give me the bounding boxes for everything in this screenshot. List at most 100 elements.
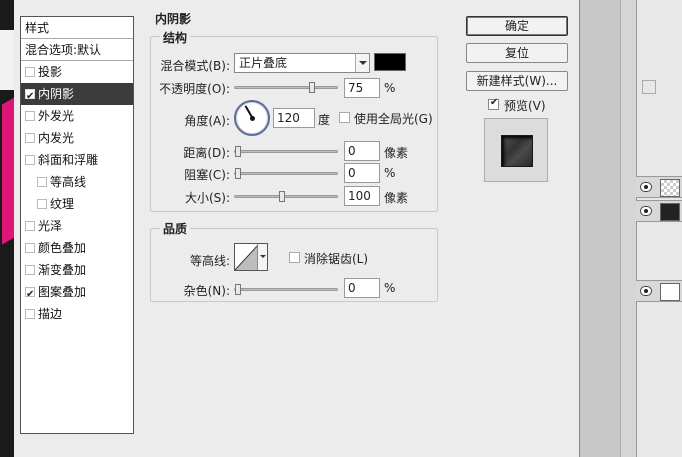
size-unit: 像素 xyxy=(384,191,409,205)
style-item-checkbox[interactable] xyxy=(25,133,35,143)
eye-icon[interactable] xyxy=(640,182,652,192)
style-item[interactable]: 颜色叠加 xyxy=(21,237,133,259)
style-item-checkbox[interactable] xyxy=(25,284,35,306)
contour-picker[interactable] xyxy=(234,243,268,271)
style-item-label: 外发光 xyxy=(38,109,75,123)
style-item-label: 纹理 xyxy=(50,197,75,211)
noise-unit: % xyxy=(384,281,396,295)
noise-label: 杂色(N): xyxy=(183,284,230,298)
style-item-label: 光泽 xyxy=(38,219,63,233)
blend-mode-select[interactable]: 正片叠底 xyxy=(234,53,370,73)
quality-title: 品质 xyxy=(160,220,191,237)
style-item[interactable]: 等高线 xyxy=(21,171,133,193)
antialias-label[interactable]: 消除锯齿(L) xyxy=(304,250,368,267)
style-item[interactable]: 外发光 xyxy=(21,105,133,127)
style-item-label: 内发光 xyxy=(38,131,75,145)
opacity-slider-knob[interactable] xyxy=(309,82,315,93)
angle-dial-center xyxy=(250,116,255,121)
style-item[interactable]: 斜面和浮雕 xyxy=(21,149,133,171)
angle-dial[interactable] xyxy=(234,100,270,136)
style-item[interactable]: 投影 xyxy=(21,61,133,83)
layers-list xyxy=(636,0,682,457)
size-slider-knob[interactable] xyxy=(279,191,285,202)
eye-icon[interactable] xyxy=(640,286,652,296)
angle-unit: 度 xyxy=(318,113,331,127)
style-item[interactable]: 纹理 xyxy=(21,193,133,215)
panel-ghost-checkbox xyxy=(642,80,656,94)
style-preview xyxy=(484,118,548,182)
style-item-checkbox[interactable] xyxy=(25,221,35,231)
structure-title: 结构 xyxy=(160,29,191,46)
chevron-down-icon xyxy=(257,244,267,270)
style-item-checkbox[interactable] xyxy=(37,177,47,187)
choke-unit: % xyxy=(384,166,396,180)
contour-curve-icon xyxy=(235,244,259,270)
shadow-color-swatch[interactable] xyxy=(374,53,406,71)
style-item-checkbox[interactable] xyxy=(25,67,35,77)
style-item[interactable]: 图案叠加 xyxy=(21,281,133,306)
opacity-unit: % xyxy=(384,81,396,95)
new-style-button[interactable]: 新建样式(W)... xyxy=(466,71,568,91)
style-item[interactable]: 光泽 xyxy=(21,215,133,237)
style-item-checkbox[interactable] xyxy=(25,309,35,319)
global-light-checkbox[interactable] xyxy=(339,112,350,123)
distance-label: 距离(D): xyxy=(183,146,230,160)
style-item-checkbox[interactable] xyxy=(25,155,35,165)
preview-label[interactable]: 预览(V) xyxy=(504,97,546,114)
style-item-label: 等高线 xyxy=(50,175,87,189)
style-list-header[interactable]: 样式 xyxy=(21,17,133,39)
style-item[interactable]: 渐变叠加 xyxy=(21,259,133,281)
style-item-checkbox[interactable] xyxy=(25,265,35,275)
chevron-down-icon xyxy=(355,54,369,72)
noise-slider[interactable] xyxy=(234,284,338,295)
reset-button[interactable]: 复位 xyxy=(466,43,568,63)
style-item[interactable]: 内阴影 xyxy=(21,83,133,108)
global-light-label[interactable]: 使用全局光(G) xyxy=(354,110,433,127)
style-item-checkbox[interactable] xyxy=(25,111,35,121)
style-item-label: 描边 xyxy=(38,307,63,321)
style-item-label: 内阴影 xyxy=(38,87,75,101)
opacity-label: 不透明度(O): xyxy=(159,82,230,96)
contour-label: 等高线: xyxy=(189,254,230,268)
choke-label: 阻塞(C): xyxy=(184,168,230,182)
style-item[interactable]: 内发光 xyxy=(21,127,133,149)
choke-slider[interactable] xyxy=(234,168,338,179)
layer-row[interactable] xyxy=(636,280,682,302)
size-input[interactable]: 100 xyxy=(344,186,380,206)
style-item-label: 渐变叠加 xyxy=(38,263,87,277)
layers-panel xyxy=(580,0,682,457)
noise-input[interactable]: 0 xyxy=(344,278,380,298)
size-label: 大小(S): xyxy=(184,191,230,205)
distance-slider[interactable] xyxy=(234,146,338,157)
blending-options-item[interactable]: 混合选项:默认 xyxy=(21,39,133,61)
style-item-label: 颜色叠加 xyxy=(38,241,87,255)
blend-mode-label: 混合模式(B): xyxy=(160,59,230,73)
size-slider[interactable] xyxy=(234,191,338,202)
style-item-label: 投影 xyxy=(38,65,63,79)
canvas-artwork-white xyxy=(0,30,14,90)
style-item-checkbox[interactable] xyxy=(25,243,35,253)
style-preview-swatch xyxy=(501,135,533,167)
layer-row[interactable] xyxy=(636,200,682,222)
distance-unit: 像素 xyxy=(384,146,409,160)
style-item-checkbox[interactable] xyxy=(25,86,35,108)
blend-mode-value: 正片叠底 xyxy=(239,56,288,70)
style-item-label: 图案叠加 xyxy=(38,285,87,299)
inner-shadow-title: 内阴影 xyxy=(152,10,195,27)
angle-input[interactable]: 120 xyxy=(273,108,315,128)
choke-input[interactable]: 0 xyxy=(344,163,380,183)
style-item-checkbox[interactable] xyxy=(37,199,47,209)
layer-row[interactable] xyxy=(636,176,682,198)
opacity-slider[interactable] xyxy=(234,82,338,93)
distance-input[interactable]: 0 xyxy=(344,141,380,161)
distance-slider-knob[interactable] xyxy=(235,146,241,157)
noise-slider-knob[interactable] xyxy=(235,284,241,295)
eye-icon[interactable] xyxy=(640,206,652,216)
layer-thumbnail xyxy=(660,203,680,221)
preview-checkbox[interactable]: ✔ xyxy=(488,97,499,110)
style-item[interactable]: 描边 xyxy=(21,303,133,325)
ok-button[interactable]: 确定 xyxy=(466,16,568,36)
opacity-input[interactable]: 75 xyxy=(344,78,380,98)
antialias-checkbox[interactable] xyxy=(289,252,300,263)
choke-slider-knob[interactable] xyxy=(235,168,241,179)
